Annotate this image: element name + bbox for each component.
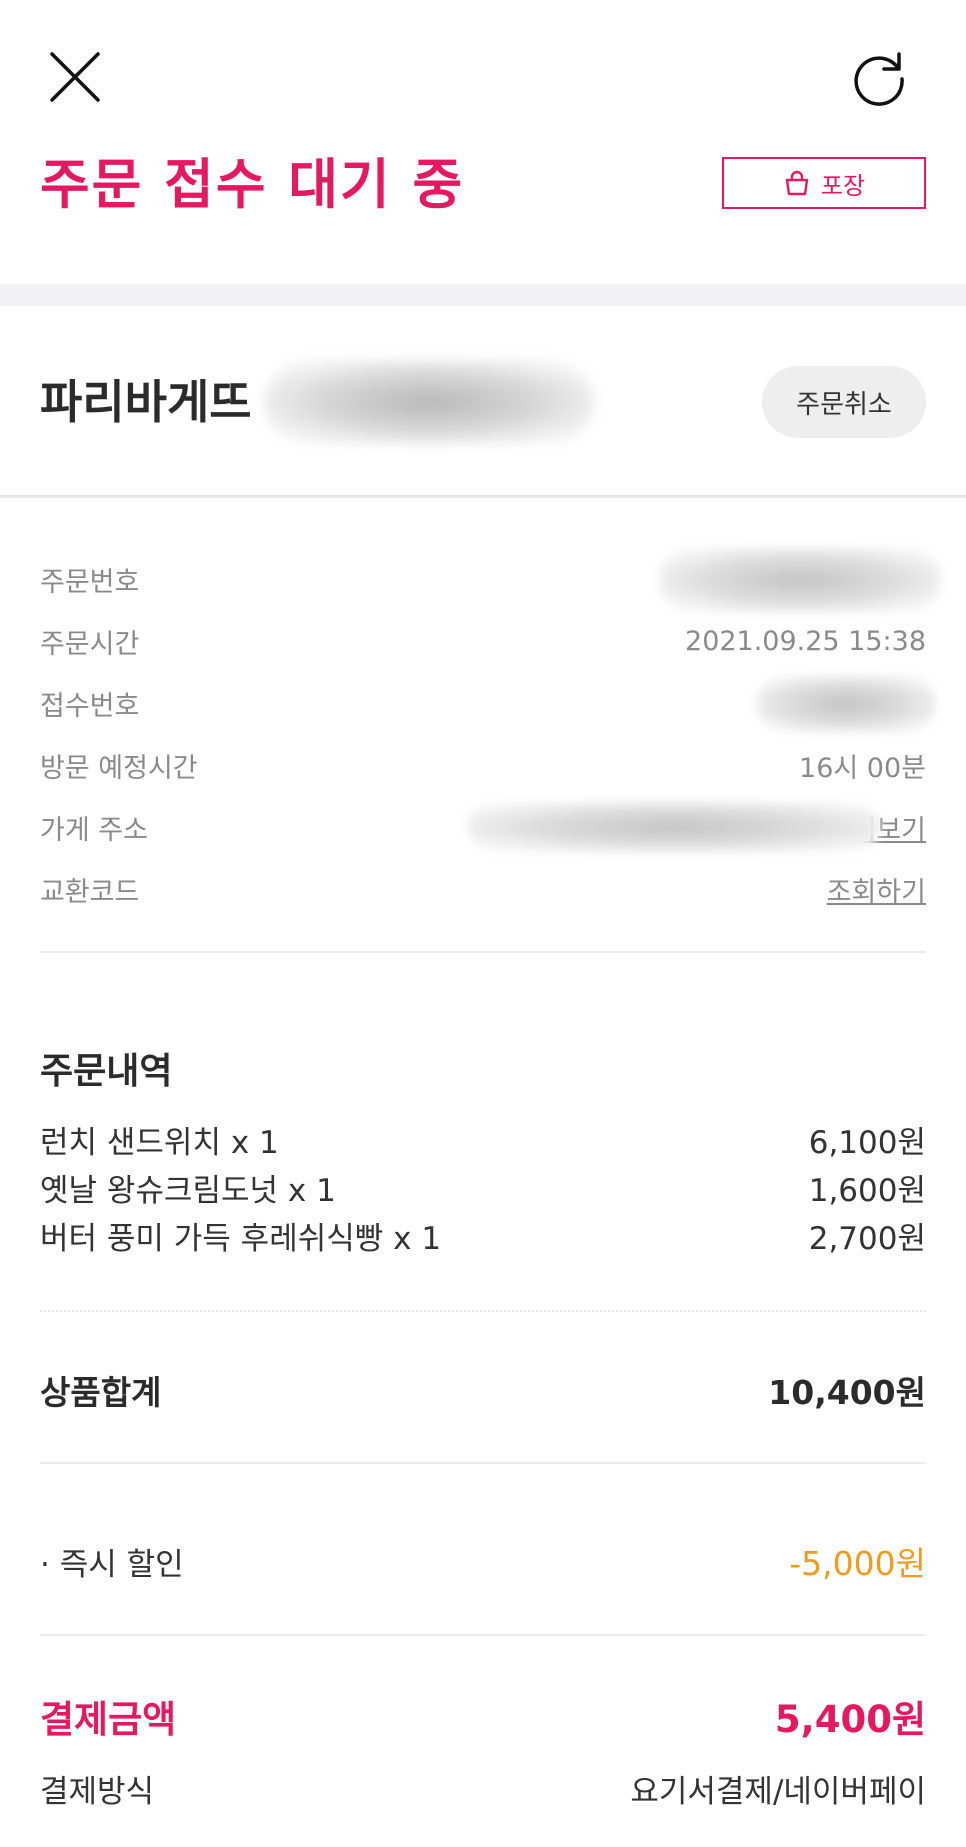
- discount-label: · 즉시 할인: [40, 1546, 184, 1583]
- store-address-redacted: [468, 802, 880, 852]
- payment-amount-label: 결제금액: [40, 1698, 177, 1741]
- order-item-name: 옛날 왕슈크림도넛 x 1: [40, 1172, 336, 1209]
- order-item-price: 1,600원: [808, 1172, 926, 1209]
- section-separator: [0, 284, 966, 306]
- order-items: 런치 샌드위치 x 1 6,100원 옛날 왕슈크림도넛 x 1 1,600원 …: [40, 1115, 926, 1259]
- order-number-row: 주문번호: [40, 548, 940, 612]
- store-address-label: 가게 주소: [40, 814, 148, 846]
- order-item-price: 2,700원: [808, 1220, 926, 1257]
- subtotal-value: 10,400원: [768, 1373, 926, 1412]
- exchange-code-label: 교환코드: [40, 876, 140, 908]
- divider: [40, 1462, 926, 1464]
- close-icon: [50, 52, 100, 102]
- visit-time-value: 16시 00분: [799, 752, 926, 784]
- shopping-bag-icon: [785, 170, 809, 196]
- divider: [40, 1634, 926, 1636]
- order-info: 주문번호 주문시간 2021.09.25 15:38 접수번호 방문 예정시간 …: [40, 548, 940, 920]
- order-item: 런치 샌드위치 x 1 6,100원: [40, 1115, 926, 1163]
- payment-method-label: 결제방식: [40, 1774, 155, 1810]
- payment-method-row: 결제방식 요기서결제/네이버페이: [40, 1766, 926, 1811]
- visit-time-label: 방문 예정시간: [40, 752, 198, 784]
- order-item-name: 버터 풍미 가득 후레쉬식빵 x 1: [40, 1220, 442, 1257]
- refresh-icon: [854, 52, 904, 106]
- order-item-name: 런치 샌드위치 x 1: [40, 1124, 279, 1161]
- order-status-title: 주문 접수 대기 중: [40, 153, 465, 216]
- top-bar: [0, 0, 966, 150]
- order-time-label: 주문시간: [40, 628, 140, 660]
- order-time-row: 주문시간 2021.09.25 15:38: [40, 610, 926, 672]
- cancel-order-button[interactable]: 주문취소: [762, 366, 926, 438]
- subtotal-row: 상품합계 10,400원: [40, 1366, 926, 1414]
- takeout-badge: 포장: [722, 157, 926, 209]
- refresh-button[interactable]: [848, 46, 910, 108]
- receipt-number-label: 접수번호: [40, 690, 140, 722]
- order-item: 버터 풍미 가득 후레쉬식빵 x 1 2,700원: [40, 1211, 926, 1259]
- order-item-price: 6,100원: [808, 1124, 926, 1161]
- discount-value: -5,000원: [789, 1544, 926, 1583]
- receipt-number-redacted: [756, 676, 936, 732]
- order-number-label: 주문번호: [40, 566, 140, 598]
- order-time-value: 2021.09.25 15:38: [685, 625, 926, 657]
- payment-amount-value: 5,400원: [774, 1698, 926, 1741]
- exchange-code-row: 교환코드 조회하기: [40, 858, 926, 920]
- store-branch-redacted: [264, 360, 594, 444]
- dotted-divider: [40, 1310, 926, 1312]
- close-button[interactable]: [46, 48, 104, 106]
- payment-amount-row: 결제금액 5,400원: [40, 1689, 926, 1743]
- visit-time-row: 방문 예정시간 16시 00분: [40, 734, 926, 796]
- discount-row: · 즉시 할인 -5,000원: [40, 1537, 926, 1585]
- divider: [40, 951, 926, 953]
- store-header: 파리바게뜨 주문취소: [0, 306, 966, 498]
- takeout-label: 포장: [820, 171, 866, 200]
- order-details-title: 주문내역: [40, 1051, 173, 1092]
- store-name: 파리바게뜨: [40, 375, 252, 429]
- subtotal-label: 상품합계: [40, 1373, 162, 1412]
- receipt-number-row: 접수번호: [40, 672, 936, 734]
- store-address-row: 가게 주소 치보기: [40, 796, 926, 858]
- payment-method-value: 요기서결제/네이버페이: [630, 1774, 926, 1810]
- order-number-redacted: [660, 548, 940, 612]
- exchange-code-link[interactable]: 조회하기: [827, 870, 926, 909]
- order-item: 옛날 왕슈크림도넛 x 1 1,600원: [40, 1163, 926, 1211]
